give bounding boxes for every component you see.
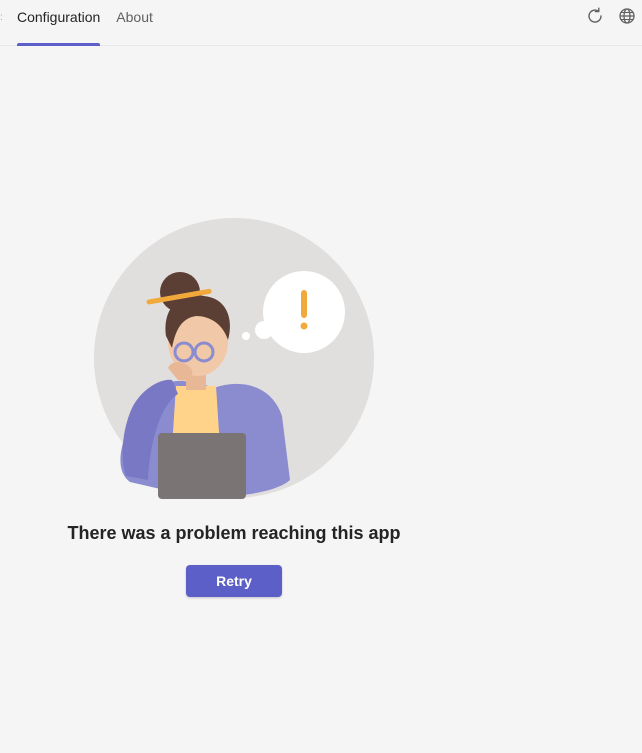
tab-about[interactable]: About [116,0,153,46]
laptop [158,433,246,499]
toolbar-icons [584,5,638,27]
scroll-left-hint: : [0,12,3,23]
language-button[interactable] [616,5,638,27]
retry-button[interactable]: Retry [186,565,282,597]
exclamation-bar [301,290,307,318]
globe-icon [619,8,635,24]
top-bar: : Configuration About [0,0,642,46]
exclamation-dot [300,322,308,330]
tab-list: Configuration About [17,0,169,46]
main-content: There was a problem reaching this app Re… [0,46,642,753]
error-illustration [94,218,374,499]
error-message: There was a problem reaching this app [67,523,401,543]
refresh-icon [588,7,602,23]
tab-configuration[interactable]: Configuration [17,0,101,46]
tab-about-label: About [116,9,153,25]
refresh-button[interactable] [584,5,606,27]
tab-configuration-label: Configuration [17,9,101,25]
thought-bubble-dot-small [242,332,250,340]
